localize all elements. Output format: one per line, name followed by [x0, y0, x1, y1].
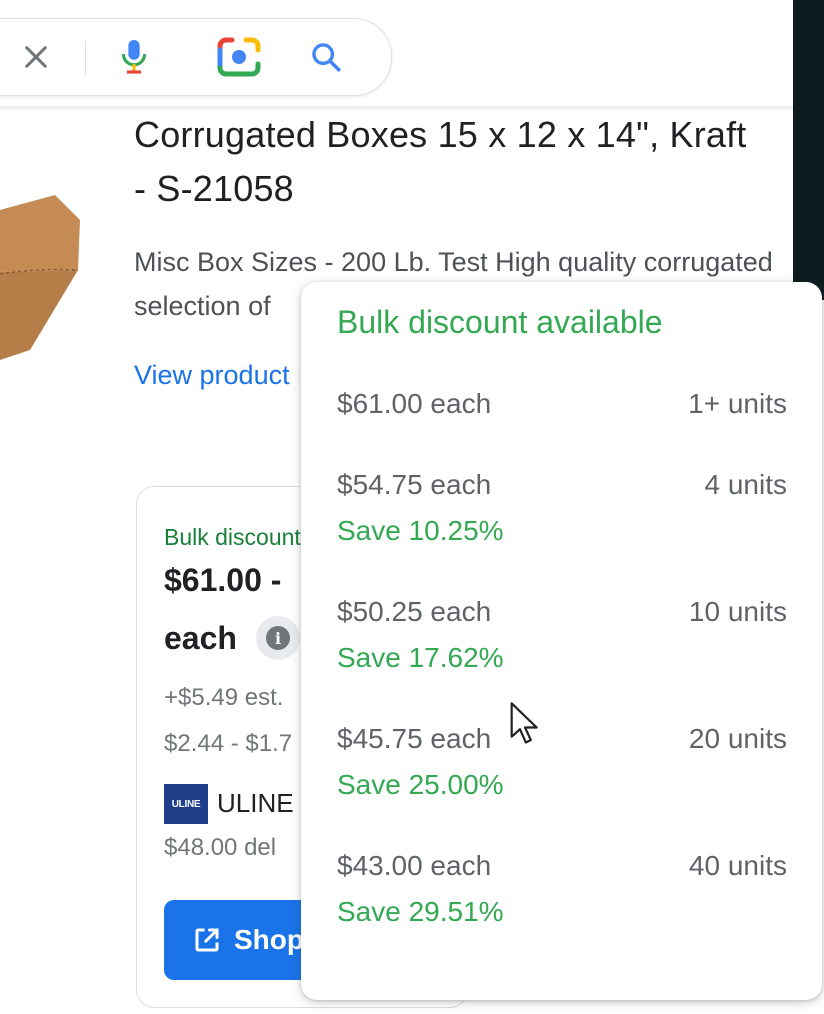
description-line-1: Misc Box Sizes - 200 Lb. Test High quali…	[134, 247, 773, 277]
offer-delivery: $48.00 del	[164, 834, 277, 861]
tier-units: 40 units	[688, 850, 787, 881]
view-product-link[interactable]: View product	[134, 360, 290, 391]
shop-button-label: Shop	[234, 924, 304, 955]
tier-savings: Save 25.00%	[337, 769, 504, 800]
product-title-line-1: Corrugated Boxes 15 x 12 x 14", Kraft	[134, 114, 747, 155]
offer-shipping: +$5.49 est.	[164, 684, 284, 711]
product-title-line-2: - S-21058	[134, 168, 294, 209]
offer-each-label: each	[164, 620, 237, 656]
external-link-icon	[192, 925, 222, 955]
search-bar[interactable]	[0, 18, 392, 96]
offer-unit-range: $2.44 - $1.7	[164, 730, 293, 757]
tier-price: $61.00 each	[337, 388, 492, 419]
background-video-strip	[793, 0, 824, 300]
info-icon: i	[266, 626, 290, 650]
seller-logo: ULINE	[164, 784, 208, 824]
tier-price: $45.75 each	[337, 723, 492, 754]
tier-price: $43.00 each	[337, 850, 492, 881]
mouse-cursor-icon	[510, 702, 538, 744]
seller-name[interactable]: ULINE	[217, 788, 294, 819]
search-icon[interactable]	[301, 19, 351, 95]
bulk-discount-popup: Bulk discount available $61.00 each 1+ u…	[301, 282, 822, 1000]
offer-bulk-label[interactable]: Bulk discount	[164, 524, 301, 551]
tier-units: 4 units	[704, 469, 788, 500]
tier-savings: Save 10.25%	[337, 515, 504, 546]
search-bar-divider	[85, 41, 86, 75]
tier-price: $50.25 each	[337, 596, 492, 627]
tier-units: 20 units	[688, 723, 787, 754]
tier-units: 10 units	[688, 596, 787, 627]
tier-units: 1+ units	[688, 388, 787, 419]
product-title[interactable]: Corrugated Boxes 15 x 12 x 14", Kraft - …	[134, 108, 794, 216]
microphone-icon[interactable]	[109, 19, 159, 95]
offer-price: $61.00 -	[164, 562, 282, 598]
tier-savings: Save 17.62%	[337, 642, 504, 673]
tier-savings: Save 29.51%	[337, 896, 504, 927]
tier-price: $54.75 each	[337, 469, 492, 500]
close-icon[interactable]	[11, 19, 61, 95]
info-button[interactable]: i	[256, 616, 300, 660]
popup-title: Bulk discount available	[337, 304, 663, 340]
camera-lens-icon[interactable]	[211, 19, 267, 95]
product-image[interactable]	[0, 180, 90, 380]
